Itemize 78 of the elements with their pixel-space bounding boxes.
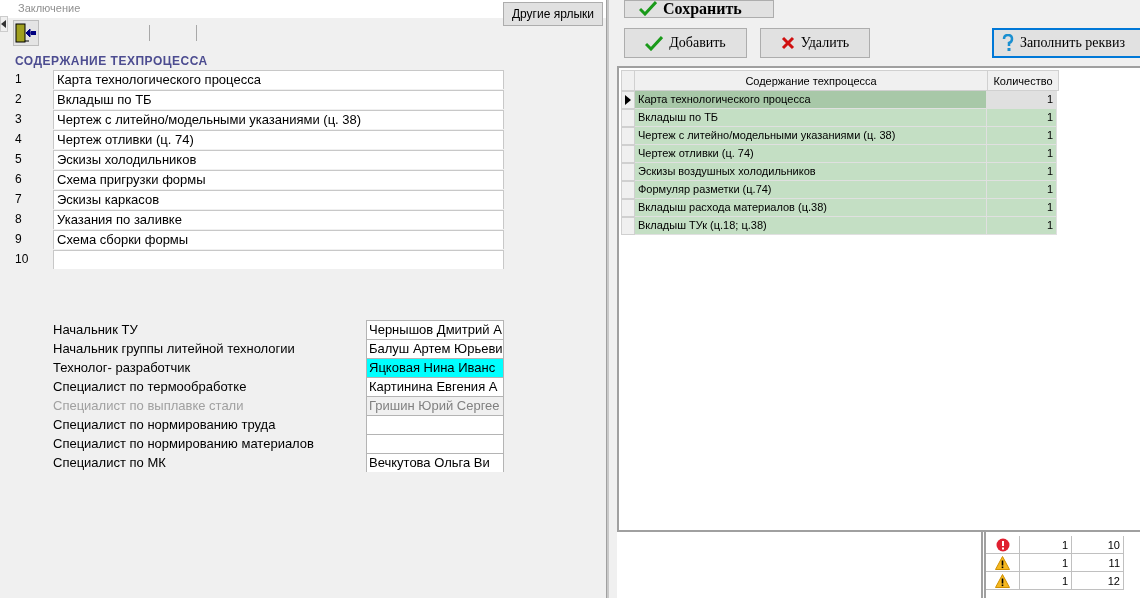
exit-button[interactable] (13, 20, 39, 46)
table-cell: 1 (987, 181, 1057, 199)
close-icon (780, 36, 795, 50)
row-number: 10 (14, 252, 30, 266)
question-mark-icon (1002, 34, 1014, 52)
table-cell: Эскизы воздушных холодильников (635, 163, 987, 181)
row-selector[interactable] (621, 91, 635, 109)
row-number: 3 (14, 112, 23, 126)
warning-icon (995, 573, 1010, 588)
column-header[interactable]: Содержание техпроцесса (635, 70, 988, 91)
table-cell: Карта технологического процесса (635, 91, 987, 109)
column-header[interactable]: Количество (988, 70, 1059, 91)
table-cell: Вкладыш ТУк (ц.18; ц.38) (635, 217, 987, 235)
role-label: Специалист по выплавке стали (52, 398, 245, 413)
table-cell: 11 (1072, 554, 1124, 572)
table-cell: 1 (987, 145, 1057, 163)
input-field[interactable]: Схема пригрузки формы (53, 169, 504, 189)
table-cell: 1 (987, 217, 1057, 235)
row-number: 6 (14, 172, 23, 186)
name-field[interactable] (366, 415, 504, 434)
role-label: Начальник ТУ (52, 322, 139, 337)
role-label: Специалист по нормированию труда (52, 417, 277, 432)
exit-door-icon (15, 23, 37, 43)
role-label: Технолог- разработчик (52, 360, 192, 375)
name-field[interactable]: Картинина Евгения А (366, 377, 504, 396)
input-field[interactable]: Чертеж отливки (ц. 74) (53, 129, 504, 149)
add-button[interactable]: Добавить (624, 28, 747, 58)
role-label: Специалист по МК (52, 455, 167, 470)
table-cell: Чертеж с литейно/модельными указаниями (ц. 38) (635, 127, 987, 145)
table-cell: Чертеж отливки (ц. 74) (635, 145, 987, 163)
section-title: СОДЕРЖАНИЕ ТЕХПРОЦЕССА (14, 53, 209, 68)
row-number: 4 (14, 132, 23, 146)
other-tabs-button[interactable]: Другие ярлыки (502, 2, 603, 26)
name-field[interactable]: Вечкутова Ольга Ви (366, 453, 504, 472)
table-cell: 1 (1020, 572, 1072, 590)
table-cell: 1 (987, 163, 1057, 181)
table-cell: 12 (1072, 572, 1124, 590)
save-button[interactable]: Сохранить (624, 0, 774, 18)
name-field[interactable]: Яцковая Нина Иванс (366, 358, 504, 377)
role-label: Начальник группы литейной технологии (52, 341, 296, 356)
table-cell: 1 (987, 199, 1057, 217)
input-field[interactable] (53, 249, 504, 269)
row-number: 1 (14, 72, 23, 86)
table-cell: 1 (987, 127, 1057, 145)
error-icon (995, 537, 1010, 552)
row-pointer-icon (625, 95, 631, 105)
input-field[interactable]: Эскизы холодильников (53, 149, 504, 169)
row-number: 5 (14, 152, 23, 166)
name-field[interactable] (366, 434, 504, 453)
fill-details-button[interactable]: Заполнить реквиз (992, 28, 1140, 58)
input-field[interactable]: Указания по заливке (53, 209, 504, 229)
delete-button[interactable]: Удалить (760, 28, 870, 58)
check-icon (645, 35, 664, 51)
input-field[interactable]: Карта технологического процесса (53, 69, 504, 89)
warning-icon (995, 555, 1010, 570)
table-cell: Вкладыш расхода материалов (ц.38) (635, 199, 987, 217)
row-number: 8 (14, 212, 23, 226)
input-field[interactable]: Схема сборки формы (53, 229, 504, 249)
input-field[interactable]: Чертеж с литейно/модельными указаниями (ц. 38) (53, 109, 504, 129)
table-cell: 1 (987, 109, 1057, 127)
table-cell: 1 (987, 91, 1057, 109)
check-icon (639, 0, 657, 16)
row-number: 9 (14, 232, 23, 246)
role-label: Специалист по термообработке (52, 379, 248, 394)
grid-corner-cell (621, 70, 635, 91)
window-title: Заключение (18, 3, 81, 14)
table-cell: 10 (1072, 536, 1124, 554)
row-number: 7 (14, 192, 23, 206)
table-cell: Формуляр разметки (ц.74) (635, 181, 987, 199)
name-field[interactable]: Балуш Артем Юрьеви (366, 339, 504, 358)
table-cell: Вкладыш по ТБ (635, 109, 987, 127)
name-field[interactable]: Чернышов Дмитрий А (366, 320, 504, 339)
row-number: 2 (14, 92, 23, 106)
input-field[interactable]: Эскизы каркасов (53, 189, 504, 209)
role-label: Специалист по нормированию материалов (52, 436, 315, 451)
table-cell: 1 (1020, 554, 1072, 572)
table-cell: 1 (1020, 536, 1072, 554)
input-field[interactable]: Вкладыш по ТБ (53, 89, 504, 109)
